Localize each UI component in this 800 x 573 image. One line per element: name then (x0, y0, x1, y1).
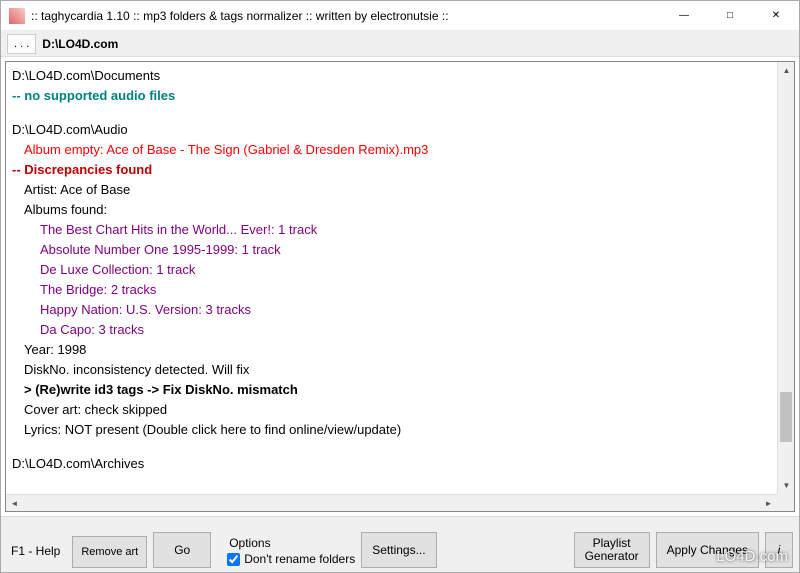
remove-art-button[interactable]: Remove art (72, 536, 147, 568)
log-line: Da Capo: 3 tracks (12, 320, 771, 340)
log-line: Year: 1998 (12, 340, 771, 360)
log-line: Absolute Number One 1995-1999: 1 track (12, 240, 771, 260)
log-line: D:\LO4D.com\Archives (12, 454, 771, 474)
scroll-right-icon[interactable]: ► (760, 495, 777, 512)
path-toolbar: . . . D:\LO4D.com (1, 31, 799, 57)
log-line: Happy Nation: U.S. Version: 3 tracks (12, 300, 771, 320)
app-icon (9, 8, 25, 24)
titlebar: :: taghycardia 1.10 :: mp3 folders & tag… (1, 1, 799, 31)
log-panel: D:\LO4D.com\Documents -- no supported au… (5, 61, 795, 512)
dont-rename-input[interactable] (227, 553, 240, 566)
scroll-left-icon[interactable]: ◄ (6, 495, 23, 512)
log-line: Album empty: Ace of Base - The Sign (Gab… (12, 140, 771, 160)
apply-changes-button[interactable]: Apply Changes (656, 532, 759, 568)
log-line: -- Discrepancies found (12, 160, 771, 180)
log-line: The Best Chart Hits in the World... Ever… (12, 220, 771, 240)
log-line: > (Re)write id3 tags -> Fix DiskNo. mism… (12, 380, 771, 400)
horizontal-scrollbar[interactable]: ◄ ► (6, 494, 777, 511)
log-line: DiskNo. inconsistency detected. Will fix (12, 360, 771, 380)
dont-rename-checkbox[interactable]: Don't rename folders (227, 552, 355, 566)
log-line: -- no supported audio files (12, 86, 771, 106)
log-gap (12, 106, 771, 120)
log-line: Cover art: check skipped (12, 400, 771, 420)
help-hint: F1 - Help (7, 544, 66, 568)
playlist-generator-label: PlaylistGenerator (585, 537, 639, 563)
log-line: D:\LO4D.com\Documents (12, 66, 771, 86)
log-line: Artist: Ace of Base (12, 180, 771, 200)
window-title: :: taghycardia 1.10 :: mp3 folders & tag… (31, 9, 661, 23)
log-gap (12, 440, 771, 454)
app-window: :: taghycardia 1.10 :: mp3 folders & tag… (0, 0, 800, 573)
log-line: The Bridge: 2 tracks (12, 280, 771, 300)
go-button[interactable]: Go (153, 532, 211, 568)
options-group: Options Don't rename folders (227, 536, 355, 568)
log-content[interactable]: D:\LO4D.com\Documents -- no supported au… (6, 62, 777, 494)
close-button[interactable]: ✕ (753, 1, 799, 31)
browse-folder-button[interactable]: . . . (7, 34, 36, 54)
scroll-corner (777, 494, 794, 511)
log-line: De Luxe Collection: 1 track (12, 260, 771, 280)
dont-rename-label: Don't rename folders (244, 552, 355, 566)
playlist-generator-button[interactable]: PlaylistGenerator (574, 532, 650, 568)
minimize-button[interactable]: — (661, 1, 707, 31)
scroll-thumb[interactable] (780, 392, 792, 442)
log-line: D:\LO4D.com\Audio (12, 120, 771, 140)
scroll-down-icon[interactable]: ▼ (778, 477, 795, 494)
info-button[interactable]: i (765, 532, 793, 568)
maximize-button[interactable]: □ (707, 1, 753, 31)
current-path: D:\LO4D.com (42, 37, 118, 51)
options-label: Options (227, 536, 355, 550)
log-line-lyrics[interactable]: Lyrics: NOT present (Double click here t… (12, 420, 771, 440)
vertical-scrollbar[interactable]: ▲ ▼ (777, 62, 794, 494)
window-controls: — □ ✕ (661, 1, 799, 31)
bottom-toolbar: F1 - Help Remove art Go Options Don't re… (1, 516, 799, 572)
log-line: Albums found: (12, 200, 771, 220)
scroll-up-icon[interactable]: ▲ (778, 62, 795, 79)
settings-button[interactable]: Settings... (361, 532, 436, 568)
